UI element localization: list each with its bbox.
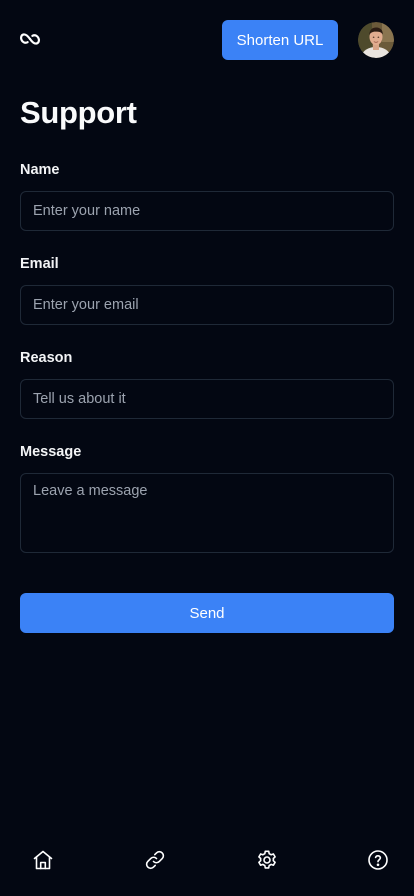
bottom-nav [0, 836, 414, 884]
reason-label: Reason [20, 350, 73, 366]
name-field[interactable] [20, 191, 394, 231]
avatar-image [358, 22, 394, 58]
nav-links[interactable] [143, 848, 167, 872]
shorten-url-button[interactable]: Shorten URL [222, 20, 338, 60]
nav-help[interactable] [366, 848, 390, 872]
link-icon [145, 850, 165, 870]
nav-settings[interactable] [255, 848, 279, 872]
nav-home[interactable] [31, 848, 55, 872]
name-label: Name [20, 162, 60, 178]
email-label: Email [20, 256, 59, 272]
gear-icon [258, 850, 276, 869]
send-button[interactable]: Send [20, 593, 394, 633]
message-field[interactable] [20, 473, 394, 553]
user-avatar[interactable] [358, 22, 394, 58]
message-label: Message [20, 444, 82, 460]
top-bar: Shorten URL [0, 0, 414, 80]
reason-field[interactable] [20, 379, 394, 419]
infinity-link-icon[interactable] [19, 30, 41, 48]
email-field[interactable] [20, 285, 394, 325]
help-circle-icon [368, 850, 388, 870]
support-page: Shorten URL Support Name Enter your name… [0, 0, 414, 896]
page-title: Support [20, 95, 137, 130]
home-icon [33, 850, 53, 870]
